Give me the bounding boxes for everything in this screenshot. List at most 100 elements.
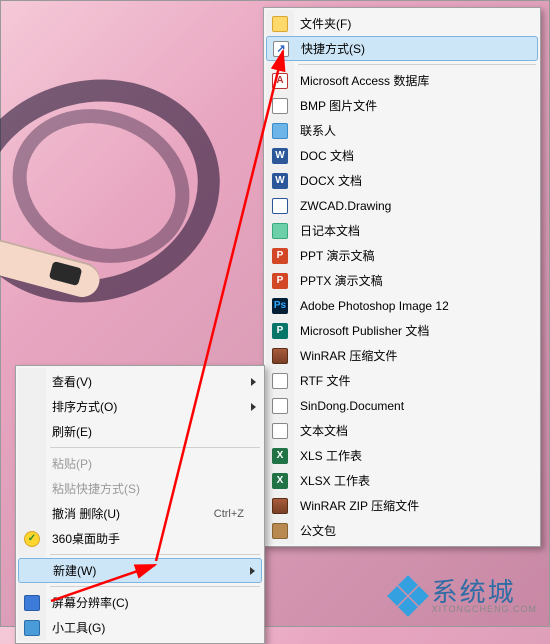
menu-item-shortcut: Ctrl+Z: [214, 508, 244, 520]
menu-item-rar[interactable]: WinRAR 压缩文件: [266, 343, 538, 368]
menu-item-diary[interactable]: 日记本文档: [266, 218, 538, 243]
menu-item-label: PPTX 演示文稿: [300, 272, 520, 289]
sindong-icon: [272, 398, 288, 414]
menu-item-label: DOC 文档: [300, 147, 520, 164]
menu-item-pptx[interactable]: P PPTX 演示文稿: [266, 268, 538, 293]
rtf-icon: [272, 373, 288, 389]
xlsx-icon: X: [272, 473, 288, 489]
watermark-subtitle: XITONGCHENG.COM: [432, 605, 537, 614]
menu-item-refresh[interactable]: 刷新(E): [18, 419, 262, 444]
menu-item-undo-delete[interactable]: 撤消 删除(U) Ctrl+Z: [18, 501, 262, 526]
submenu-arrow-icon: [251, 403, 256, 411]
menu-item-zip[interactable]: WinRAR ZIP 压缩文件: [266, 493, 538, 518]
menu-item-ppt[interactable]: P PPT 演示文稿: [266, 243, 538, 268]
menu-item-label: RTF 文件: [300, 372, 520, 389]
menu-item-sindong[interactable]: SinDong.Document: [266, 393, 538, 418]
menu-item-label: ZWCAD.Drawing: [300, 199, 520, 213]
docx-icon: W: [272, 173, 288, 189]
menu-item-label: 文件夹(F): [300, 15, 520, 32]
diary-icon: [272, 223, 288, 239]
menu-separator: [50, 586, 260, 587]
menu-item-new[interactable]: 新建(W): [18, 558, 262, 583]
menu-item-contact[interactable]: 联系人: [266, 118, 538, 143]
menu-item-briefcase[interactable]: 公文包: [266, 518, 538, 543]
submenu-arrow-icon: [250, 567, 255, 575]
menu-item-label: PPT 演示文稿: [300, 247, 520, 264]
gadget-icon: [24, 620, 40, 636]
menu-item-label: 日记本文档: [300, 222, 520, 239]
menu-item-label: 公文包: [300, 522, 520, 539]
menu-item-sort-by[interactable]: 排序方式(O): [18, 394, 262, 419]
photoshop-icon: Ps: [272, 298, 288, 314]
menu-item-label: BMP 图片文件: [300, 97, 520, 114]
menu-item-label: 撤消 删除(U): [52, 505, 214, 522]
menu-separator: [50, 554, 260, 555]
publisher-icon: P: [272, 323, 288, 339]
menu-item-label: 排序方式(O): [52, 398, 244, 415]
menu-item-label: Microsoft Publisher 文档: [300, 322, 520, 339]
menu-item-label: XLSX 工作表: [300, 472, 520, 489]
menu-item-label: 新建(W): [53, 562, 243, 579]
360-icon: ✓: [24, 531, 40, 547]
folder-icon: [272, 16, 288, 32]
menu-item-access[interactable]: A Microsoft Access 数据库: [266, 68, 538, 93]
briefcase-icon: [272, 523, 288, 539]
menu-item-label: SinDong.Document: [300, 399, 520, 413]
zwcad-icon: [272, 198, 288, 214]
menu-item-label: 粘贴快捷方式(S): [52, 480, 244, 497]
menu-item-label: 粘贴(P): [52, 455, 244, 472]
submenu-arrow-icon: [251, 378, 256, 386]
menu-item-label: 联系人: [300, 122, 520, 139]
watermark-title: 系统城: [432, 579, 537, 605]
watermark-logo-icon: [390, 578, 426, 614]
menu-item-rtf[interactable]: RTF 文件: [266, 368, 538, 393]
menu-item-view[interactable]: 查看(V): [18, 369, 262, 394]
access-icon: A: [272, 73, 288, 89]
menu-separator: [298, 64, 536, 65]
menu-item-360-helper[interactable]: ✓ 360桌面助手: [18, 526, 262, 551]
menu-item-label: 快捷方式(S): [301, 40, 519, 57]
menu-item-xls[interactable]: X XLS 工作表: [266, 443, 538, 468]
shortcut-icon: [273, 41, 289, 57]
menu-item-label: WinRAR 压缩文件: [300, 347, 520, 364]
menu-item-gadgets[interactable]: 小工具(G): [18, 615, 262, 640]
bmp-icon: [272, 98, 288, 114]
menu-item-xlsx[interactable]: X XLSX 工作表: [266, 468, 538, 493]
zip-icon: [272, 498, 288, 514]
menu-item-label: WinRAR ZIP 压缩文件: [300, 497, 520, 514]
menu-item-docx[interactable]: W DOCX 文档: [266, 168, 538, 193]
menu-item-label: 刷新(E): [52, 423, 244, 440]
menu-item-label: 屏幕分辨率(C): [52, 594, 244, 611]
menu-item-bmp[interactable]: BMP 图片文件: [266, 93, 538, 118]
new-submenu: 文件夹(F) 快捷方式(S) A Microsoft Access 数据库 BM…: [263, 7, 541, 547]
menu-item-label: DOCX 文档: [300, 172, 520, 189]
desktop-context-menu: 查看(V) 排序方式(O) 刷新(E) 粘贴(P) 粘贴快捷方式(S) 撤消 删…: [15, 365, 265, 644]
menu-item-screen-resolution[interactable]: 屏幕分辨率(C): [18, 590, 262, 615]
menu-item-paste-shortcut: 粘贴快捷方式(S): [18, 476, 262, 501]
ppt-icon: P: [272, 248, 288, 264]
watermark: 系统城 XITONGCHENG.COM: [390, 578, 537, 614]
menu-item-shortcut[interactable]: 快捷方式(S): [266, 36, 538, 61]
pptx-icon: P: [272, 273, 288, 289]
menu-item-zwcad[interactable]: ZWCAD.Drawing: [266, 193, 538, 218]
screen-icon: [24, 595, 40, 611]
rar-icon: [272, 348, 288, 364]
contact-icon: [272, 123, 288, 139]
menu-item-publisher[interactable]: P Microsoft Publisher 文档: [266, 318, 538, 343]
menu-separator: [50, 447, 260, 448]
doc-icon: W: [272, 148, 288, 164]
menu-item-txt[interactable]: 文本文档: [266, 418, 538, 443]
xls-icon: X: [272, 448, 288, 464]
menu-item-label: Microsoft Access 数据库: [300, 72, 520, 89]
menu-item-doc[interactable]: W DOC 文档: [266, 143, 538, 168]
menu-item-photoshop[interactable]: Ps Adobe Photoshop Image 12: [266, 293, 538, 318]
menu-item-label: 文本文档: [300, 422, 520, 439]
menu-item-label: XLS 工作表: [300, 447, 520, 464]
menu-item-label: 查看(V): [52, 373, 244, 390]
menu-item-label: 360桌面助手: [52, 530, 244, 547]
menu-item-folder[interactable]: 文件夹(F): [266, 11, 538, 36]
menu-item-label: Adobe Photoshop Image 12: [300, 299, 520, 313]
menu-item-label: 小工具(G): [52, 619, 244, 636]
txt-icon: [272, 423, 288, 439]
menu-item-paste: 粘贴(P): [18, 451, 262, 476]
